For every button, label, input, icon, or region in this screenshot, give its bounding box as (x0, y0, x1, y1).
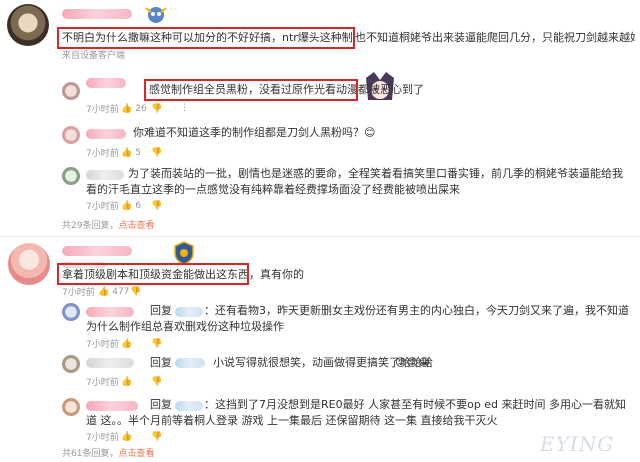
dislike-button[interactable]: 👎 (151, 377, 162, 387)
dislike-icon: 👎 (151, 148, 163, 158)
like-button[interactable]: 👍 (121, 377, 132, 387)
dislike-icon: 👎 (151, 201, 163, 211)
like-icon: 👍 (98, 287, 110, 297)
avatar[interactable] (8, 243, 50, 285)
username[interactable] (86, 129, 126, 139)
username[interactable] (62, 9, 132, 19)
dislike-icon: 👎 (151, 104, 163, 114)
like-icon: 👍 (121, 339, 133, 349)
like-icon: 👍 (121, 148, 133, 158)
avatar[interactable] (62, 82, 80, 100)
like-button[interactable]: 👍 5 (121, 148, 141, 158)
avatar[interactable] (62, 398, 80, 416)
reply-text: 为了装而装站的一批，剧情也是迷惑的要命，全程笑着看搞笑里口番实锤，前几季的桐姥爷… (86, 167, 623, 196)
highlight-box (57, 263, 249, 285)
dislike-icon: 👎 (151, 432, 163, 442)
level-badge-icon (173, 241, 195, 265)
dislike-button[interactable]: 👎 (151, 339, 162, 349)
reply-time: 7小时前 (86, 105, 119, 115)
like-button[interactable]: 👍 26 (121, 104, 147, 114)
like-icon: 👍 (121, 201, 133, 211)
highlight-box (144, 79, 358, 101)
reply-count: 共61条回复，点击查看 (62, 449, 155, 459)
reply-text: ：还有看物3，昨天更新删女主戏份还有男主的内心独白，今天刀剑又来了遍，我不知道为… (86, 304, 629, 333)
dislike-button[interactable]: 👎 (151, 432, 162, 442)
expand-replies-link[interactable]: 点击查看 (118, 449, 154, 459)
reply-count: 共29条回复，点击查看 (62, 221, 155, 231)
dislike-button[interactable]: 👎 (151, 201, 162, 211)
watermark-logo: EYING (540, 432, 615, 456)
reply-text: 你难道不知道这季的制作组都是刀剑人黑粉吗？😊 (133, 126, 376, 139)
avatar[interactable] (62, 303, 80, 321)
more-menu-icon[interactable]: ⋮ (180, 103, 189, 113)
like-icon: 👍 (121, 104, 133, 114)
expand-replies-link[interactable]: 点击查看 (118, 221, 154, 231)
dislike-button[interactable]: 👎 (130, 287, 141, 297)
user-badge-icon (143, 4, 169, 26)
like-icon: 👍 (121, 432, 133, 442)
avatar[interactable] (7, 4, 49, 46)
dislike-button[interactable]: 👎 (151, 104, 162, 114)
like-button[interactable]: 👍 477 (98, 287, 129, 297)
comment-meta: 来自设备客户端 (62, 51, 126, 61)
reply-label: 回复 (150, 356, 172, 369)
reply-time: 7小时前 (86, 340, 119, 350)
like-button[interactable]: 👍 (121, 432, 132, 442)
reply-time: 7小时前 (86, 378, 119, 388)
like-button[interactable]: 👍 6 (121, 201, 141, 211)
avatar[interactable] (62, 126, 80, 144)
avatar[interactable] (62, 355, 80, 373)
comment-text-tail: 也不知道桐姥爷出来装逼能爬回几分，只能祝刀剑越来越好了。 (355, 31, 635, 44)
comment-time: 7小时前 (62, 288, 95, 298)
username[interactable] (86, 358, 134, 368)
highlight-box (57, 27, 355, 49)
reply-time: 7小时前 (86, 433, 119, 443)
dislike-button[interactable]: 👎 (151, 148, 162, 158)
reply-time: 7小时前 (86, 149, 119, 159)
dislike-icon: 👎 (151, 377, 163, 387)
reply-emoji: 😡😡😂 (395, 356, 431, 369)
thread-divider (0, 236, 640, 237)
dislike-icon: 👎 (130, 287, 142, 297)
reply-time: 7小时前 (86, 202, 119, 212)
dislike-icon: 👎 (151, 339, 163, 349)
mentioned-user[interactable] (175, 358, 205, 368)
username[interactable] (86, 78, 126, 88)
like-icon: 👍 (121, 377, 133, 387)
username[interactable] (62, 246, 132, 256)
like-button[interactable]: 👍 (121, 339, 132, 349)
avatar[interactable] (62, 167, 80, 185)
